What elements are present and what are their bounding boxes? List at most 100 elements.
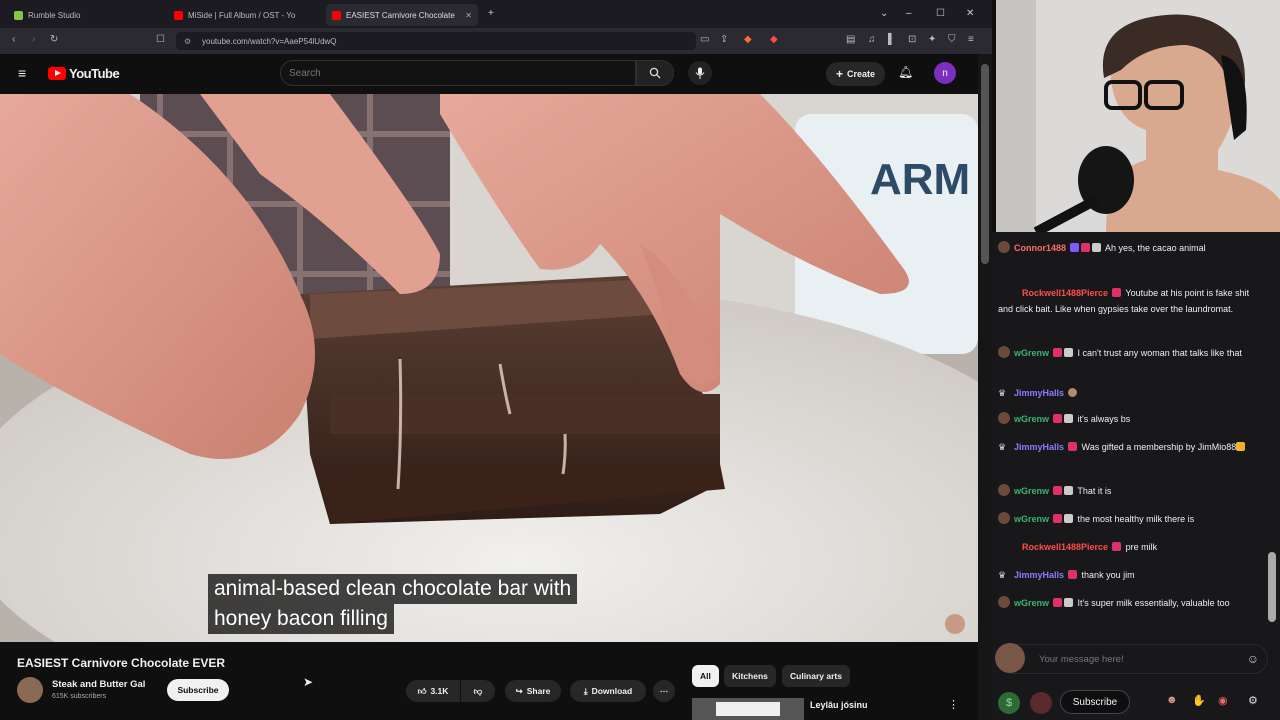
menu-icon[interactable]: ≡ bbox=[968, 34, 974, 45]
chat-username[interactable]: wGrenw bbox=[1014, 414, 1049, 424]
search-placeholder: Search bbox=[289, 67, 321, 79]
dislike-button[interactable]: 👎︎ bbox=[461, 680, 495, 702]
recommended-thumbnail[interactable] bbox=[692, 698, 804, 720]
chat-username[interactable]: wGrenw bbox=[1014, 348, 1049, 358]
like-button[interactable]: 👍︎ 3.1K bbox=[406, 680, 460, 702]
account-avatar[interactable]: n bbox=[934, 62, 956, 84]
share-page-icon[interactable]: ⇪ bbox=[720, 34, 728, 45]
page-scrollbar-thumb[interactable] bbox=[981, 64, 989, 264]
media-icon[interactable]: ♫ bbox=[868, 34, 876, 45]
sidebar-icon[interactable]: ▤ bbox=[846, 34, 855, 45]
page-scrollbar-track[interactable] bbox=[978, 54, 992, 720]
sub-badge-icon bbox=[1081, 243, 1091, 252]
chat-avatar bbox=[998, 512, 1010, 524]
mod-badge-icon bbox=[1092, 243, 1102, 252]
recommended-more-icon[interactable]: ⋮ bbox=[948, 698, 959, 711]
video-player[interactable]: ARM animal-based clean chocolate bar wit… bbox=[0, 94, 978, 642]
chat-avatar bbox=[998, 412, 1010, 424]
bookmark-icon[interactable]: ☐ bbox=[156, 34, 165, 45]
chat-scrollbar-thumb[interactable] bbox=[1268, 552, 1276, 622]
member-badge-icon bbox=[1070, 243, 1080, 252]
close-window-icon[interactable]: ✕ bbox=[966, 8, 974, 19]
gift-badge-icon bbox=[1236, 442, 1246, 451]
more-actions-button[interactable]: ⋯ bbox=[653, 680, 675, 702]
chat-subscribe-button[interactable]: Subscribe bbox=[1060, 690, 1130, 714]
close-tab-icon[interactable]: ✕ bbox=[465, 11, 472, 20]
chip-kitchens[interactable]: Kitchens bbox=[724, 665, 776, 687]
tab-label: Rumble Studio bbox=[28, 10, 81, 20]
extension-icon[interactable]: ◆ bbox=[770, 34, 778, 45]
hamburger-menu-icon[interactable]: ≡ bbox=[18, 65, 26, 81]
chat-text: It's super milk essentially, valuable to… bbox=[1077, 598, 1230, 608]
chat-username[interactable]: wGrenw bbox=[1014, 514, 1049, 524]
notifications-bell-icon[interactable]: 🔔︎ bbox=[898, 65, 913, 79]
chat-username[interactable]: wGrenw bbox=[1014, 598, 1049, 608]
tab-list-icon[interactable]: ⌄ bbox=[880, 8, 888, 19]
emote-1-icon[interactable]: ☻ bbox=[1166, 694, 1178, 706]
new-tab-icon[interactable]: + bbox=[488, 8, 494, 19]
avatar-letter: n bbox=[942, 67, 948, 79]
create-button[interactable]: + Create bbox=[826, 62, 886, 86]
recommended-title[interactable]: Leylâu jósinu bbox=[810, 700, 868, 710]
reload-icon[interactable]: ↻ bbox=[50, 34, 58, 45]
site-info-icon[interactable]: ⚙ bbox=[184, 37, 191, 46]
mod-badge-icon bbox=[1064, 414, 1074, 423]
sub-badge-icon bbox=[1112, 288, 1122, 297]
chat-settings-icon[interactable]: ⚙ bbox=[1248, 694, 1258, 707]
address-bar[interactable]: ⚙ youtube.com/watch?v=AaeP54lUdwQ bbox=[176, 32, 696, 50]
screenshot-icon[interactable]: ⊡ bbox=[908, 34, 916, 45]
tab-easiest-carnivore[interactable]: EASIEST Carnivore Chocolate ✕ bbox=[326, 4, 478, 26]
chip-all[interactable]: All bbox=[692, 665, 719, 687]
chat-username[interactable]: Rockwell1488Pierce bbox=[1022, 542, 1108, 552]
share-button[interactable]: ↪ Share bbox=[505, 680, 561, 702]
search-button[interactable] bbox=[636, 60, 674, 86]
streamer-webcam bbox=[996, 0, 1280, 232]
mod-badge-icon bbox=[1064, 486, 1074, 495]
create-label: Create bbox=[847, 69, 876, 79]
emote-3-icon[interactable]: ◉ bbox=[1218, 694, 1228, 707]
voice-search-button[interactable] bbox=[688, 61, 712, 85]
chat-username[interactable]: JimmyHalls bbox=[1014, 570, 1064, 580]
mod-badge-icon bbox=[1064, 514, 1074, 523]
channel-avatar[interactable] bbox=[17, 677, 43, 703]
webcam-feed-image bbox=[996, 0, 1280, 232]
rant-icon[interactable] bbox=[1030, 692, 1052, 714]
emote-2-icon[interactable]: ✋ bbox=[1192, 694, 1206, 707]
chat-username[interactable]: wGrenw bbox=[1014, 486, 1049, 496]
tab-rumble-studio[interactable]: Rumble Studio bbox=[8, 4, 158, 26]
tab-miside-album[interactable]: MiSide | Full Album / OST - Yo bbox=[168, 4, 320, 26]
sub-badge-icon bbox=[1068, 442, 1078, 451]
chat-message: ♛ JimmyHalls thank you jim bbox=[998, 567, 1260, 583]
chat-username[interactable]: JimmyHalls bbox=[1014, 442, 1064, 452]
chat-text: thank you jim bbox=[1081, 570, 1135, 580]
tip-dollar-icon[interactable]: $ bbox=[998, 692, 1020, 714]
forward-icon[interactable]: › bbox=[32, 34, 35, 45]
extensions-puzzle-icon[interactable]: ✦ bbox=[928, 34, 936, 45]
share-icon: ↪ bbox=[515, 685, 523, 696]
chip-culinary-arts[interactable]: Culinary arts bbox=[782, 665, 850, 687]
maximize-icon[interactable]: ☐ bbox=[936, 8, 945, 19]
chat-text: pre milk bbox=[1125, 542, 1158, 552]
sub-badge-icon bbox=[1053, 598, 1063, 607]
crown-badge-icon: ♛ bbox=[998, 442, 1007, 452]
subscribe-button[interactable]: Subscribe bbox=[167, 679, 229, 701]
download-button[interactable]: ⤓ Download bbox=[570, 680, 646, 702]
browser-tab-bar: Rumble Studio MiSide | Full Album / OST … bbox=[0, 0, 992, 28]
emote-icon bbox=[1068, 388, 1078, 397]
youtube-logo[interactable]: YouTube bbox=[48, 66, 120, 81]
emoji-picker-icon[interactable]: ☺ bbox=[1247, 652, 1259, 666]
minimize-icon[interactable]: – bbox=[906, 8, 912, 19]
vpn-icon[interactable]: ⛉ bbox=[948, 34, 956, 45]
like-count: 3.1K bbox=[430, 686, 449, 696]
chat-username[interactable]: JimmyHalls bbox=[1014, 388, 1064, 398]
chat-username[interactable]: Rockwell1488Pierce bbox=[1022, 288, 1108, 298]
chat-username[interactable]: Connor1488 bbox=[1014, 243, 1066, 253]
channel-name[interactable]: Steak and Butter Gal bbox=[52, 679, 145, 690]
search-input[interactable]: Search bbox=[280, 60, 636, 86]
reading-list-icon[interactable]: ▌ bbox=[888, 34, 895, 45]
back-icon[interactable]: ‹ bbox=[12, 34, 15, 45]
chat-message-input[interactable]: Your message here! ☺ bbox=[995, 643, 1268, 674]
reader-view-icon[interactable]: ▭ bbox=[700, 34, 709, 45]
brave-shield-icon[interactable]: ◆ bbox=[744, 34, 752, 45]
chat-message: ♛ JimmyHalls Was gifted a membership by J… bbox=[998, 439, 1260, 455]
